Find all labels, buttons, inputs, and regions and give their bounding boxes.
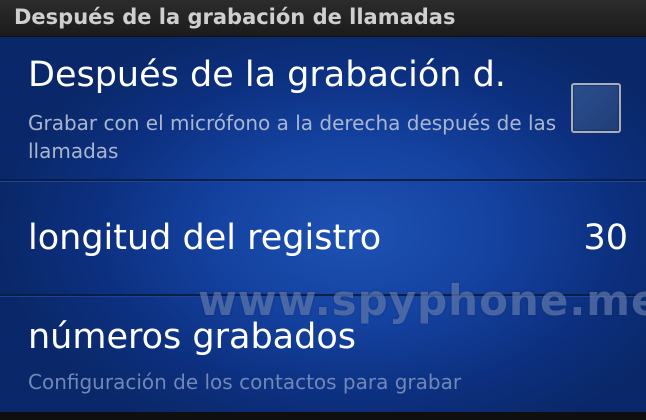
pref-record-length[interactable]: longitud del registro 30: [0, 182, 646, 294]
bottom-edge: [0, 412, 646, 420]
section-header-title: Después de la grabación de llamadas: [14, 5, 456, 29]
section-header: Después de la grabación de llamadas: [0, 0, 646, 37]
pref-after-call-recording[interactable]: Después de la grabación d. Grabar con el…: [0, 37, 646, 179]
pref-record-length-value: 30: [583, 218, 628, 258]
preferences-list: Después de la grabación d. Grabar con el…: [0, 37, 646, 412]
pref-recorded-numbers-title: números grabados: [28, 317, 356, 357]
pref-after-call-recording-title: Después de la grabación d.: [28, 55, 506, 95]
pref-recorded-numbers[interactable]: números grabados Configuración de los co…: [0, 297, 646, 412]
after-call-recording-checkbox[interactable]: [571, 83, 621, 133]
pref-after-call-recording-summary: Grabar con el micrófono a la derecha des…: [28, 111, 557, 163]
pref-record-length-title: longitud del registro: [28, 218, 382, 258]
pref-recorded-numbers-summary: Configuración de los contactos para grab…: [28, 370, 462, 394]
